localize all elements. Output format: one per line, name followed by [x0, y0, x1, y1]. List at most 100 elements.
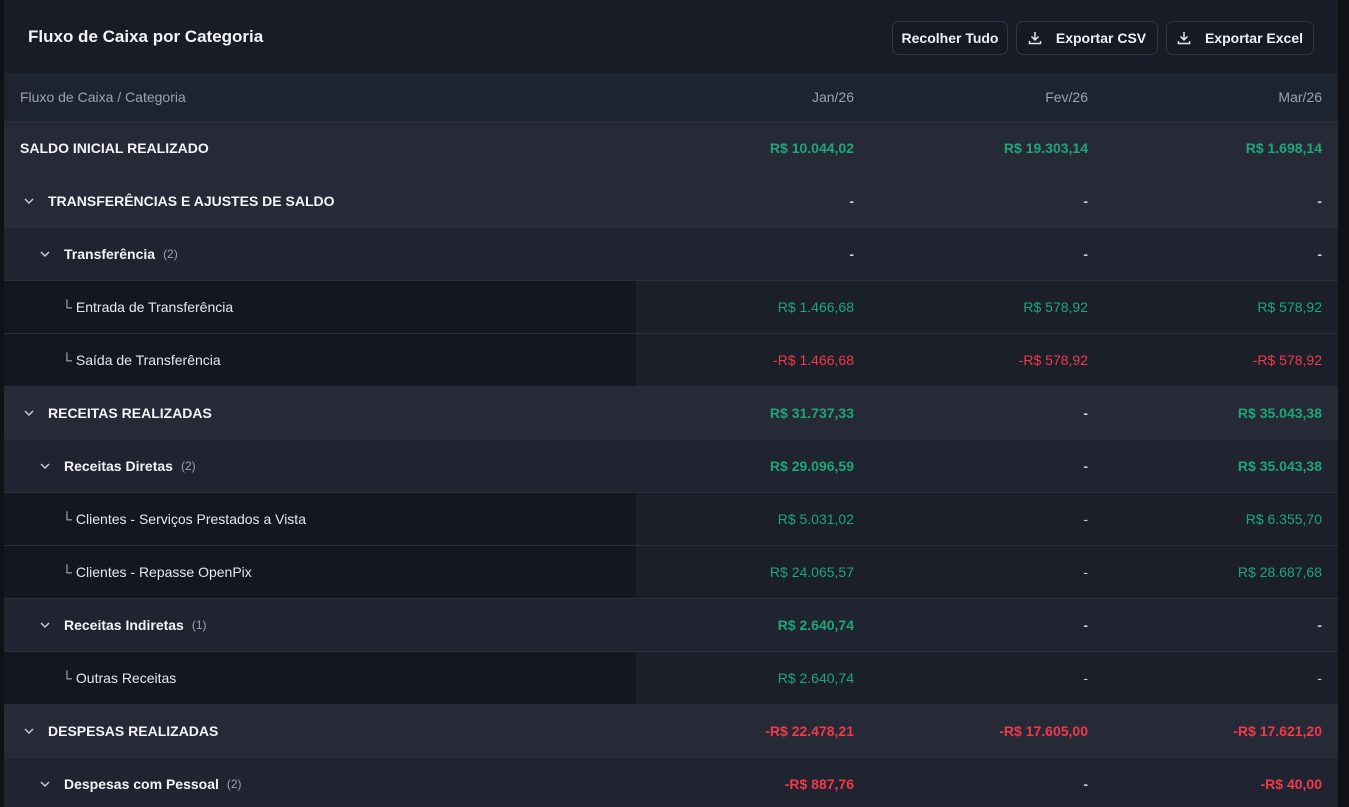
row-label: Despesas com Pessoal (2) — [40, 758, 242, 807]
table-row[interactable]: Despesas com Pessoal (2) -R$ 887,76 - -R$ 40… — [4, 758, 1338, 807]
row-label-text: Entrada de Transferência — [75, 299, 234, 315]
row-value-mar: R$ 6.355,70 — [1245, 511, 1322, 527]
table-row[interactable]: TRANSFERÊNCIAS E AJUSTES DE SALDO - - - — [4, 175, 1338, 228]
row-value-fev: - — [1083, 246, 1088, 262]
row-label: Receitas Diretas (2) — [40, 440, 196, 492]
row-value-jan: R$ 24.065,57 — [769, 564, 854, 580]
row-label: └ Clientes - Serviços Prestados a Vista — [62, 493, 306, 545]
table-row: └ Clientes - Repasse OpenPix R$ 24.065,57 -… — [4, 546, 1338, 599]
row-label-text: TRANSFERÊNCIAS E AJUSTES DE SALDO — [48, 193, 335, 209]
table-row[interactable]: Receitas Indiretas (1) R$ 2.640,74 - - — [4, 599, 1338, 652]
row-value-mar: R$ 28.687,68 — [1237, 564, 1322, 580]
table-header-row: Fluxo de Caixa / Categoria Jan/26 Fev/26… — [4, 73, 1338, 122]
column-header-jan: Jan/26 — [811, 89, 854, 105]
table-row[interactable]: RECEITAS REALIZADAS R$ 31.737,33 - R$ 35.04… — [4, 387, 1338, 440]
row-value-mar: R$ 35.043,38 — [1237, 458, 1322, 474]
row-value-mar: - — [1317, 617, 1322, 633]
row-label: RECEITAS REALIZADAS — [24, 387, 212, 439]
cash-flow-panel: Fluxo de Caixa por Categoria Recolher Tu… — [4, 0, 1338, 807]
row-value-mar: - — [1317, 670, 1322, 686]
item-count-badge: (2) — [226, 777, 242, 791]
row-value-fev: R$ 578,92 — [1023, 299, 1088, 315]
row-value-fev: - — [1083, 776, 1088, 792]
row-value-jan: R$ 2.640,74 — [777, 670, 854, 686]
row-value-jan: -R$ 22.478,21 — [765, 723, 854, 739]
row-label-text: Despesas com Pessoal — [64, 776, 219, 792]
row-value-mar: -R$ 40,00 — [1260, 776, 1322, 792]
table-row[interactable]: DESPESAS REALIZADAS -R$ 22.478,21 -R$ 17.6… — [4, 705, 1338, 758]
table-row: SALDO INICIAL REALIZADO R$ 10.044,02 R$ 19… — [4, 122, 1338, 175]
table-row: └ Clientes - Serviços Prestados a Vista R$… — [4, 493, 1338, 546]
item-count-badge: (1) — [191, 618, 207, 632]
row-value-jan: - — [849, 193, 854, 209]
row-value-mar: -R$ 17.621,20 — [1233, 723, 1322, 739]
table-row: └ Outras Receitas R$ 2.640,74 - - — [4, 652, 1338, 705]
export-excel-label: Exportar Excel — [1204, 30, 1304, 46]
row-label: TRANSFERÊNCIAS E AJUSTES DE SALDO — [24, 175, 335, 227]
chevron-down-icon[interactable] — [40, 777, 54, 791]
export-csv-label: Exportar CSV — [1055, 30, 1147, 46]
table-row[interactable]: Transferência (2) - - - — [4, 228, 1338, 281]
download-icon — [1028, 32, 1042, 45]
tree-branch-icon: └ — [62, 299, 72, 315]
row-label-text: Receitas Indiretas — [64, 617, 184, 633]
chevron-down-icon[interactable] — [40, 459, 54, 473]
row-label: └ Outras Receitas — [62, 652, 176, 704]
row-label-text: Receitas Diretas — [64, 458, 173, 474]
tree-branch-icon: └ — [62, 670, 72, 686]
row-label-text: Clientes - Serviços Prestados a Vista — [75, 511, 306, 527]
tree-branch-icon: └ — [62, 511, 72, 527]
row-label: Receitas Indiretas (1) — [40, 599, 207, 651]
row-value-fev: - — [1083, 458, 1088, 474]
row-value-fev: - — [1083, 617, 1088, 633]
table-row: └ Saída de Transferência -R$ 1.466,68 -R$ 5… — [4, 334, 1338, 387]
row-label: └ Saída de Transferência — [62, 334, 221, 386]
row-value-jan: -R$ 887,76 — [784, 776, 854, 792]
row-value-jan: R$ 29.096,59 — [769, 458, 854, 474]
row-label: SALDO INICIAL REALIZADO — [20, 122, 209, 174]
export-excel-button[interactable]: Exportar Excel — [1166, 21, 1314, 55]
page-title: Fluxo de Caixa por Categoria — [28, 27, 264, 46]
row-label-text: DESPESAS REALIZADAS — [48, 723, 219, 739]
row-value-jan: R$ 2.640,74 — [777, 617, 854, 633]
row-value-mar: R$ 578,92 — [1257, 299, 1322, 315]
row-label-text: RECEITAS REALIZADAS — [48, 405, 212, 421]
row-value-jan: R$ 31.737,33 — [769, 405, 854, 421]
row-label-text: SALDO INICIAL REALIZADO — [20, 140, 209, 156]
row-value-mar: R$ 35.043,38 — [1237, 405, 1322, 421]
row-value-mar: R$ 1.698,14 — [1245, 140, 1322, 156]
chevron-down-icon[interactable] — [40, 618, 54, 632]
chevron-down-icon[interactable] — [24, 194, 38, 208]
row-label-text: Saída de Transferência — [75, 352, 221, 368]
collapse-all-button[interactable]: Recolher Tudo — [892, 21, 1008, 55]
row-value-jan: R$ 1.466,68 — [777, 299, 854, 315]
item-count-badge: (2) — [180, 459, 196, 473]
panel-header: Fluxo de Caixa por Categoria Recolher Tu… — [4, 0, 1338, 73]
row-value-fev: - — [1083, 511, 1088, 527]
row-value-mar: -R$ 578,92 — [1252, 352, 1322, 368]
row-value-fev: -R$ 17.605,00 — [999, 723, 1088, 739]
row-value-fev: -R$ 578,92 — [1018, 352, 1088, 368]
table-body: SALDO INICIAL REALIZADO R$ 10.044,02 R$ 19… — [4, 122, 1338, 807]
row-label: └ Clientes - Repasse OpenPix — [62, 546, 252, 598]
row-value-mar: - — [1317, 193, 1322, 209]
collapse-all-label: Recolher Tudo — [901, 30, 999, 46]
table-row: └ Entrada de Transferência R$ 1.466,68 R$ 5… — [4, 281, 1338, 334]
column-header-fev: Fev/26 — [1045, 89, 1088, 105]
download-icon — [1177, 32, 1191, 45]
column-header-mar: Mar/26 — [1278, 89, 1322, 105]
chevron-down-icon[interactable] — [40, 247, 54, 261]
export-csv-button[interactable]: Exportar CSV — [1016, 21, 1158, 55]
row-value-mar: - — [1317, 246, 1322, 262]
row-value-jan: -R$ 1.466,68 — [773, 352, 854, 368]
row-value-fev: - — [1083, 670, 1088, 686]
chevron-down-icon[interactable] — [24, 724, 38, 738]
table-row[interactable]: Receitas Diretas (2) R$ 29.096,59 - R$ 35.04… — [4, 440, 1338, 493]
chevron-down-icon[interactable] — [24, 406, 38, 420]
row-value-jan: - — [849, 246, 854, 262]
column-header-category: Fluxo de Caixa / Categoria — [20, 89, 186, 105]
row-value-fev: - — [1083, 564, 1088, 580]
item-count-badge: (2) — [163, 247, 178, 261]
row-label: └ Entrada de Transferência — [62, 281, 233, 333]
tree-branch-icon: └ — [62, 352, 72, 368]
